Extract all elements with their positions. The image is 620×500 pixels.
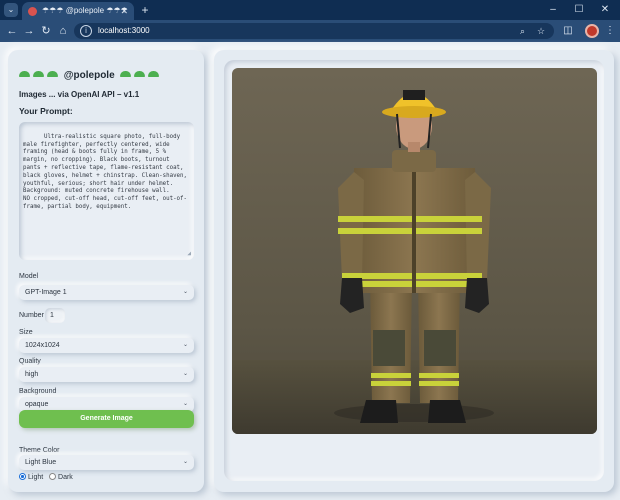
background-label: Background — [19, 388, 57, 395]
model-label: Model — [19, 273, 39, 280]
plus-icon[interactable]: + — [138, 3, 152, 17]
theme-mode-radios: Light Dark — [19, 473, 73, 481]
app-subtitle: Images ... via OpenAI API – v1.1 — [19, 90, 140, 99]
size-value: 1024x1024 — [25, 342, 60, 349]
radio-dark-label: Dark — [58, 474, 73, 481]
control-panel: @polepole Images ... via OpenAI API – v1… — [8, 50, 204, 492]
generate-image-button[interactable]: Generate Image — [19, 410, 194, 428]
quality-select[interactable]: high ⌄ — [19, 367, 194, 382]
image-frame — [224, 60, 604, 481]
browser-tab[interactable]: ☂☂☂ @polepole ☂☂☂ ✕ — [22, 2, 134, 20]
avatar[interactable] — [585, 24, 599, 38]
tab-close-icon[interactable]: ✕ — [120, 2, 128, 20]
site-info-icon[interactable]: i — [80, 25, 92, 37]
radio-light[interactable] — [19, 473, 26, 480]
maximize-icon[interactable]: ☐ — [566, 0, 592, 20]
image-panel — [214, 50, 614, 492]
home-icon[interactable]: ⌂ — [55, 23, 71, 39]
browser-tab-bar: ⌄ ☂☂☂ @polepole ☂☂☂ ✕ + – ☐ ✕ — [0, 0, 620, 20]
chevron-down-icon: ⌄ — [182, 459, 188, 465]
umbrella-icon — [33, 71, 44, 77]
reload-icon[interactable]: ↻ — [38, 23, 54, 39]
chevron-down-icon: ⌄ — [182, 371, 188, 377]
bookmark-star-icon[interactable]: ☆ — [537, 23, 545, 39]
chevron-down-icon[interactable]: ⌄ — [4, 3, 18, 17]
radio-dark[interactable] — [49, 473, 57, 480]
chevron-down-icon: ⌄ — [182, 342, 188, 348]
generated-image[interactable] — [232, 68, 597, 434]
search-icon[interactable]: ⌕ — [520, 23, 525, 39]
background-value: opaque — [25, 401, 49, 408]
size-select[interactable]: 1024x1024 ⌄ — [19, 338, 194, 353]
size-label: Size — [19, 329, 33, 336]
brand-title: @polepole — [19, 70, 160, 81]
number-label: Number — [19, 312, 44, 319]
address-bar[interactable]: i localhost:3000 ⌕ ☆ — [74, 23, 554, 39]
model-select[interactable]: GPT-Image 1 ⌄ — [19, 285, 194, 300]
app-page: @polepole Images ... via OpenAI API – v1… — [0, 42, 620, 500]
back-icon[interactable]: ← — [4, 23, 20, 39]
number-input[interactable]: 1 — [45, 308, 65, 323]
theme-color-label: Theme Color — [19, 447, 60, 454]
minimize-icon[interactable]: – — [540, 0, 566, 20]
prompt-label: Your Prompt: — [19, 106, 73, 116]
prompt-textarea[interactable]: Ultra-realistic square photo, full-body … — [19, 122, 194, 260]
radio-light-label: Light — [28, 474, 44, 481]
brand-text: @polepole — [63, 70, 115, 81]
extensions-icon[interactable]: ◫ — [560, 23, 576, 39]
chevron-down-icon: ⌄ — [182, 289, 188, 295]
quality-label: Quality — [19, 358, 41, 365]
umbrella-icon — [19, 71, 30, 77]
resize-handle-icon[interactable]: ◢ — [187, 250, 191, 258]
menu-icon[interactable]: ⋮ — [602, 23, 618, 39]
browser-toolbar: ← → ↻ ⌂ i localhost:3000 ⌕ ☆ ◫ ⋮ — [0, 20, 620, 42]
model-value: GPT-Image 1 — [25, 289, 67, 296]
forward-icon[interactable]: → — [21, 23, 37, 39]
umbrella-icon — [120, 71, 132, 77]
url-text: localhost:3000 — [98, 26, 150, 35]
tab-title: ☂☂☂ @polepole ☂☂☂ — [42, 6, 128, 15]
prompt-text: Ultra-realistic square photo, full-body … — [23, 133, 188, 210]
quality-value: high — [25, 371, 39, 378]
favicon-icon — [28, 7, 37, 16]
umbrella-icon — [47, 71, 58, 77]
umbrella-icon — [148, 71, 160, 77]
theme-color-value: Light Blue — [25, 459, 57, 466]
umbrella-icon — [134, 71, 146, 77]
close-icon[interactable]: ✕ — [592, 0, 618, 20]
theme-color-select[interactable]: Light Blue ⌄ — [19, 455, 194, 470]
